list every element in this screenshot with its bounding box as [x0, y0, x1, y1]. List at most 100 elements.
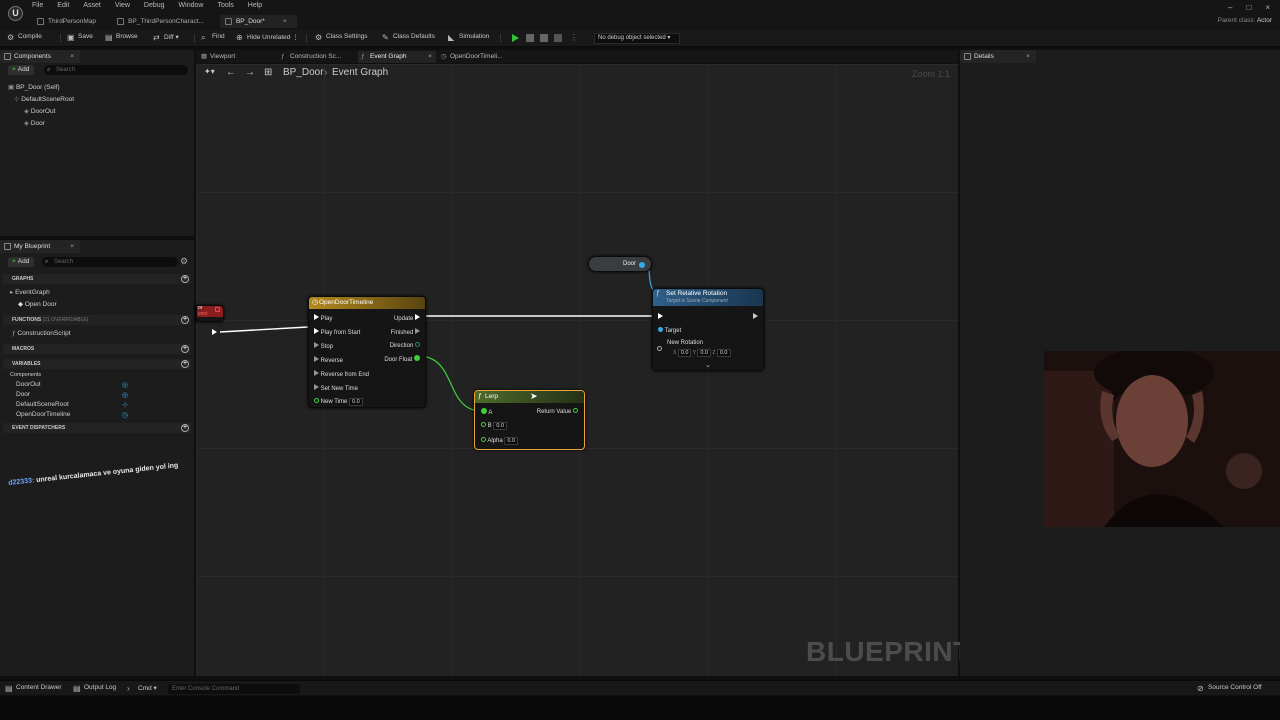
tab-open-door-timeline[interactable]: ◷ OpenDoorTimeli... [438, 51, 516, 63]
event-exec-out-pin[interactable] [212, 329, 217, 335]
open-door-event-node[interactable]: or vent [196, 305, 224, 322]
close-panel-icon[interactable]: × [70, 50, 74, 63]
tab-event-graph[interactable]: ƒ Event Graph × [358, 51, 436, 63]
stop-icon[interactable] [540, 34, 548, 42]
lerp-alpha-field[interactable]: 0.0 [504, 437, 519, 445]
variables-section-header[interactable]: VARIABLES + [3, 359, 191, 369]
close-panel-icon[interactable]: × [70, 240, 74, 253]
settings-gear-icon[interactable]: ⚙ [180, 256, 188, 267]
lerp-alpha-pin[interactable]: Alpha 0.0 [481, 437, 519, 445]
variable-item-door-out[interactable]: DoorOut [16, 381, 41, 388]
update-pin[interactable]: Update [394, 314, 420, 322]
stop-pin[interactable]: Stop [314, 342, 333, 350]
cmd-dropdown[interactable]: › Cmd ▾ [126, 684, 157, 693]
event-item-open-door[interactable]: ◆ Open Door [18, 300, 57, 308]
play-icon[interactable] [512, 34, 519, 42]
tab-construction-script[interactable]: ƒ Construction Sc... [278, 51, 356, 63]
variable-item-door[interactable]: Door [16, 391, 30, 398]
tree-item-default-scene-root[interactable]: ⊹ DefaultSceneRoot [14, 95, 74, 103]
door-float-pin[interactable]: Door Float [384, 355, 420, 363]
door-output-pin[interactable] [639, 262, 645, 268]
menu-file[interactable]: File [32, 2, 43, 9]
eject-icon[interactable] [554, 34, 562, 42]
save-button[interactable]: ▣ Save [66, 33, 93, 42]
reverse-from-end-pin[interactable]: Reverse from End [314, 370, 369, 378]
close-panel-icon[interactable]: × [1026, 50, 1030, 63]
forward-arrow-icon[interactable]: → [245, 67, 255, 78]
rotation-y-field[interactable]: 0.0 [697, 349, 711, 357]
close-window-icon[interactable]: × [1265, 3, 1270, 12]
components-search-input[interactable]: ⌕ Search [44, 65, 188, 75]
play-from-start-pin[interactable]: Play from Start [314, 328, 360, 336]
maximize-icon[interactable]: □ [1246, 3, 1251, 12]
compile-button[interactable]: ⚙ Compile [6, 33, 42, 42]
unreal-logo-icon[interactable]: U [8, 6, 23, 21]
add-function-icon[interactable]: + [181, 316, 189, 324]
door-variable-node[interactable]: Door [588, 256, 652, 272]
source-control-button[interactable]: ⊘ Source Control Off [1196, 684, 1262, 693]
rotation-z-field[interactable]: 0.0 [716, 349, 731, 357]
lerp-a-pin[interactable]: A [481, 408, 492, 416]
tab-viewport[interactable]: ▦ Viewport [198, 51, 276, 63]
browse-button[interactable]: ▤ Browse [104, 33, 138, 42]
components-tab[interactable]: Components × [0, 50, 80, 63]
find-button[interactable]: ⌕ Find [200, 33, 225, 42]
breadcrumb-graph[interactable]: Event Graph [332, 67, 388, 78]
close-tab-icon[interactable]: × [283, 18, 287, 25]
target-pin[interactable]: Target [658, 327, 681, 334]
add-member-button[interactable]: + Add [8, 257, 34, 267]
new-time-pin[interactable]: New Time 0.0 [314, 398, 363, 406]
add-graph-icon[interactable]: + [181, 275, 189, 283]
output-log-button[interactable]: ▤ Output Log [72, 684, 116, 693]
menu-window[interactable]: Window [179, 2, 204, 9]
menu-edit[interactable]: Edit [57, 2, 69, 9]
expand-chevron-icon[interactable]: ⌄ [705, 361, 711, 369]
new-time-field[interactable]: 0.0 [349, 398, 363, 406]
lerp-b-field[interactable]: 0.0 [493, 422, 508, 430]
set-relative-rotation-node[interactable]: ƒ Set Relative Rotation Target is Scene … [652, 288, 764, 371]
step-icon[interactable] [526, 34, 534, 42]
lerp-b-pin[interactable]: B 0.0 [481, 422, 508, 430]
menu-tools[interactable]: Tools [217, 2, 233, 9]
class-defaults-button[interactable]: ✎ Class Defaults [381, 33, 435, 42]
diff-button[interactable]: ⇄ Diff ▾ [152, 33, 179, 42]
content-drawer-button[interactable]: ▤ Content Drawer [4, 684, 62, 693]
direction-pin[interactable]: Direction [390, 342, 420, 349]
my-blueprint-search-input[interactable]: ⌕ Search [42, 257, 178, 267]
simulation-button[interactable]: ◣ Simulation [447, 33, 489, 42]
macros-section-header[interactable]: MACROS + [3, 344, 191, 354]
lerp-return-value-pin[interactable]: Return Value [537, 408, 578, 415]
event-dispatchers-section-header[interactable]: EVENT DISPATCHERS + [3, 423, 191, 433]
reverse-pin[interactable]: Reverse [314, 356, 343, 364]
graph-menu-icon[interactable]: ✦▾ [204, 67, 215, 76]
class-settings-button[interactable]: ⚙ Class Settings [314, 33, 368, 42]
minimize-icon[interactable]: – [1228, 3, 1232, 12]
add-component-button[interactable]: + Add [8, 65, 34, 75]
finished-pin[interactable]: Finished [391, 328, 420, 336]
graph-item-event-graph[interactable]: ▸ EventGraph [10, 288, 50, 296]
set-new-time-pin[interactable]: Set New Time [314, 384, 358, 392]
close-tab-icon[interactable]: × [428, 51, 432, 63]
more-options-icon[interactable]: ⋮ [570, 33, 578, 42]
tree-item-self[interactable]: ▣ BP_Door (Self) [8, 83, 60, 91]
open-door-timeline-node[interactable]: ◷ OpenDoorTimeline Play Play from Start … [308, 296, 426, 408]
menu-debug[interactable]: Debug [144, 2, 165, 9]
set-rotation-exec-in[interactable] [658, 313, 663, 321]
add-macro-icon[interactable]: + [181, 345, 189, 353]
breadcrumb-blueprint[interactable]: BP_Door [283, 67, 324, 78]
variables-components-group[interactable]: Components [10, 372, 41, 378]
tab-bp-third-person-character[interactable]: BP_ThirdPersonCharact... [112, 15, 214, 28]
delegate-pin-icon[interactable] [215, 307, 220, 312]
set-rotation-exec-out[interactable] [753, 313, 758, 321]
hide-unrelated-button[interactable]: ⊕ Hide Unrelated ⋮ [235, 33, 299, 42]
variable-item-default-scene-root[interactable]: DefaultSceneRoot [16, 401, 69, 408]
add-dispatcher-icon[interactable]: + [181, 424, 189, 432]
my-blueprint-tab[interactable]: My Blueprint × [0, 240, 80, 253]
menu-view[interactable]: View [115, 2, 130, 9]
function-item-construction-script[interactable]: ƒ ConstructionScript [12, 330, 71, 337]
tree-item-door-out[interactable]: ◈ DoorOut [24, 107, 55, 115]
console-command-input[interactable]: Enter Console Command [168, 684, 300, 694]
menu-help[interactable]: Help [248, 2, 262, 9]
back-arrow-icon[interactable]: ← [226, 67, 236, 78]
tab-third-person-map[interactable]: ThirdPersonMap [32, 15, 106, 28]
